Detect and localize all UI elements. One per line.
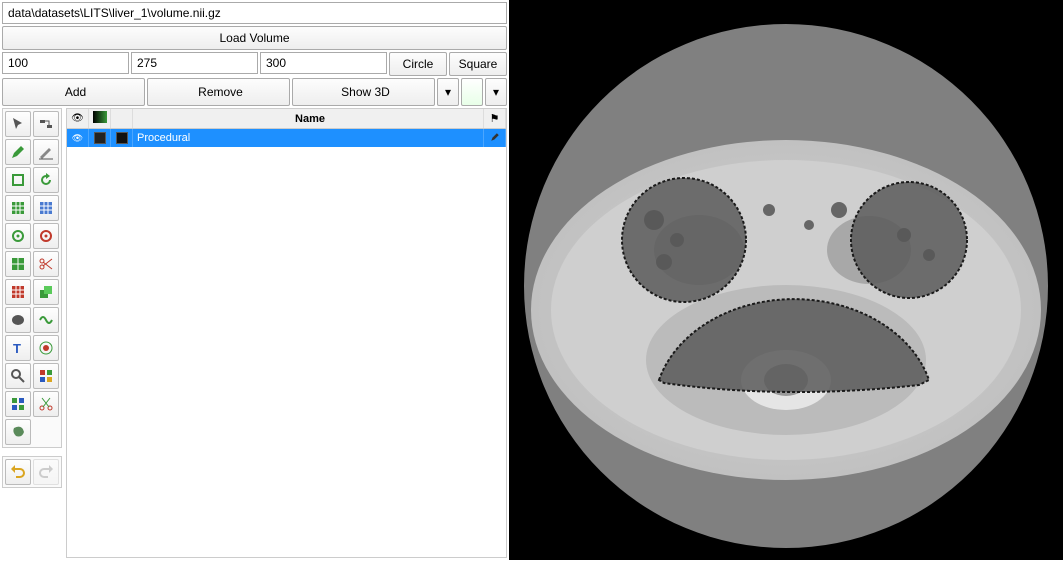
tool-pencil[interactable] — [5, 139, 31, 165]
tool-link[interactable] — [33, 111, 59, 137]
param3-input[interactable] — [260, 52, 387, 74]
tool-pencil-line[interactable] — [33, 139, 59, 165]
thumb-swatch — [116, 132, 128, 144]
eye-icon[interactable]: 👁 — [71, 113, 84, 124]
name-column-header[interactable]: Name — [133, 109, 484, 128]
svg-text:T: T — [13, 341, 21, 356]
image-viewport[interactable] — [509, 0, 1063, 560]
file-path-input[interactable] — [2, 2, 507, 24]
param2-input[interactable] — [131, 52, 258, 74]
visibility-icon[interactable]: 👁 — [72, 133, 83, 144]
show-3d-dropdown[interactable]: ▾ — [437, 78, 459, 106]
layer-name: Procedural — [133, 129, 484, 147]
param1-input[interactable] — [2, 52, 129, 74]
go-button[interactable] — [461, 78, 483, 106]
layer-row[interactable]: 👁 Procedural — [67, 129, 506, 147]
chevron-down-icon: ▾ — [445, 85, 451, 99]
tool-grid4[interactable] — [5, 279, 31, 305]
tool-palette: T — [2, 108, 62, 448]
tool-grid2[interactable] — [33, 195, 59, 221]
square-button[interactable]: Square — [449, 52, 507, 76]
go-dropdown[interactable]: ▾ — [485, 78, 507, 106]
tool-shape[interactable] — [5, 167, 31, 193]
tool-target[interactable] — [5, 223, 31, 249]
remove-button[interactable]: Remove — [147, 78, 290, 106]
add-label: Add — [65, 85, 86, 99]
tool-grid1[interactable] — [5, 195, 31, 221]
color-swatch[interactable] — [94, 132, 106, 144]
remove-label: Remove — [198, 85, 243, 99]
tool-record[interactable] — [33, 335, 59, 361]
tool-layers[interactable] — [33, 279, 59, 305]
flag-icon[interactable]: ⚑ — [490, 112, 500, 125]
tool-target-red[interactable] — [33, 223, 59, 249]
tool-text[interactable]: T — [5, 335, 31, 361]
add-button[interactable]: Add — [2, 78, 145, 106]
redo-button[interactable] — [33, 459, 59, 485]
undo-redo-group — [2, 456, 62, 488]
layers-panel: 👁 Name ⚑ 👁 — [66, 108, 507, 558]
show-3d-label: Show 3D — [341, 85, 390, 99]
tool-organ[interactable] — [5, 419, 31, 445]
tool-scissors[interactable] — [33, 251, 59, 277]
undo-button[interactable] — [5, 459, 31, 485]
tool-grid3[interactable] — [5, 251, 31, 277]
tool-brain[interactable] — [5, 307, 31, 333]
load-volume-button[interactable]: Load Volume — [2, 26, 507, 50]
show-3d-button[interactable]: Show 3D — [292, 78, 435, 106]
tool-wave[interactable] — [33, 307, 59, 333]
tool-palette[interactable] — [33, 363, 59, 389]
tool-tiles[interactable] — [5, 391, 31, 417]
tool-cursor[interactable] — [5, 111, 31, 137]
chevron-down-icon: ▾ — [493, 85, 499, 99]
tool-refresh[interactable] — [33, 167, 59, 193]
edit-icon[interactable] — [490, 132, 500, 145]
layers-header: 👁 Name ⚑ — [67, 109, 506, 129]
gradient-icon[interactable] — [93, 111, 107, 126]
circle-button[interactable]: Circle — [389, 52, 447, 76]
tool-cut[interactable] — [33, 391, 59, 417]
tool-zoom[interactable] — [5, 363, 31, 389]
